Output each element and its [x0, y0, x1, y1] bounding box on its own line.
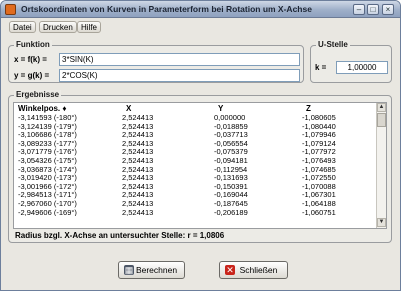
results-table[interactable]: Winkelpos. ♦ X Y Z -3,141593 (-180°) 2,52… — [13, 102, 387, 229]
scroll-down-icon[interactable]: ▼ — [377, 218, 386, 227]
cell-y: -0,206189 — [214, 207, 248, 216]
app-icon — [5, 4, 16, 15]
col-winkelpos[interactable]: Winkelpos. ♦ — [18, 104, 66, 113]
cell-winkelpos: -2,949606 (-169°) — [18, 207, 77, 216]
minimize-button[interactable]: – — [353, 4, 365, 15]
col-z[interactable]: Z — [306, 104, 311, 113]
menu-datei[interactable]: Datei — [9, 21, 36, 33]
berechnen-label: Berechnen — [135, 265, 178, 275]
close-button[interactable]: × — [382, 4, 394, 15]
app-window: Ortskoordinaten von Kurven in Parameterf… — [0, 0, 401, 291]
y-function-label: y = g(k) = — [14, 71, 50, 80]
scroll-up-icon[interactable]: ▲ — [377, 103, 386, 112]
x-function-input[interactable]: 3*SIN(K) — [59, 53, 300, 66]
berechnen-button[interactable]: ▦ Berechnen — [118, 261, 185, 279]
table-row[interactable]: -2,949606 (-169°) 2,524413 -0,206189 -1,060… — [14, 207, 382, 216]
menu-bar: Datei Drucken Hilfe — [1, 19, 400, 34]
x-function-label: x = f(k) = — [14, 55, 47, 64]
maximize-button[interactable]: □ — [367, 4, 379, 15]
col-x[interactable]: X — [126, 104, 131, 113]
calculator-icon: ▦ — [124, 265, 134, 275]
close-x-icon: ✕ — [225, 265, 235, 275]
ergebnisse-group-label: Ergebnisse — [14, 90, 62, 99]
results-table-header: Winkelpos. ♦ X Y Z — [14, 103, 382, 114]
menu-hilfe[interactable]: Hilfe — [77, 21, 102, 33]
cell-z: -1,060751 — [302, 207, 336, 216]
k-input[interactable]: 1,00000 — [336, 61, 388, 74]
menu-drucken[interactable]: Drucken — [39, 21, 77, 33]
title-bar[interactable]: Ortskoordinaten von Kurven in Parameterf… — [1, 1, 400, 18]
scroll-thumb[interactable] — [377, 113, 386, 127]
radius-result: Radius bzgl. X-Achse an untersuchter Ste… — [15, 231, 225, 240]
cell-x: 2,524413 — [122, 207, 154, 216]
window-title: Ortskoordinaten von Kurven in Parameterf… — [21, 4, 312, 14]
results-rows: -3,141593 (-180°) 2,524413 0,000000 -1,0806… — [14, 114, 382, 216]
col-y[interactable]: Y — [218, 104, 223, 113]
ustelle-group-label: U-Stelle — [316, 40, 350, 49]
ustelle-group: U-Stelle k = 1,00000 — [310, 40, 392, 83]
schliessen-button[interactable]: ✕ Schließen — [219, 261, 288, 279]
funktion-group: Funktion x = f(k) = 3*SIN(K) y = g(k) = … — [8, 40, 304, 83]
k-label: k = — [315, 63, 327, 72]
y-function-input[interactable]: 2*COS(K) — [59, 69, 300, 82]
funktion-group-label: Funktion — [14, 40, 52, 49]
results-scrollbar[interactable]: ▲ ▼ — [376, 103, 386, 228]
schliessen-label: Schließen — [239, 265, 278, 275]
